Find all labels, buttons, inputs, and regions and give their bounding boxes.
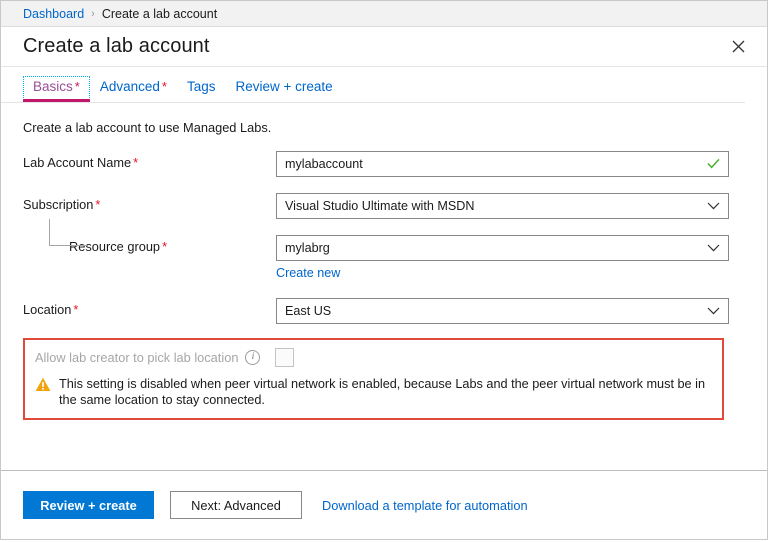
subscription-required: * [95,197,101,212]
location-select[interactable]: East US [276,298,729,324]
tab-review-create[interactable]: Review + create [225,76,342,102]
location-label-text: Location [23,302,72,317]
highlight-annotation-box: Allow lab creator to pick lab location i… [23,338,724,420]
lab-account-name-field: mylabaccount [276,151,729,177]
page-title: Create a lab account [23,35,210,57]
tab-basics[interactable]: Basics * [23,76,90,102]
tab-bar: Basics * Advanced * Tags Review + create [1,67,745,103]
lab-account-name-label: Lab Account Name * [23,151,276,170]
subscription-label: Subscription * [23,193,276,212]
review-create-button[interactable]: Review + create [23,491,154,519]
tab-basics-label: Basics [33,79,73,94]
allow-lab-creator-label: Allow lab creator to pick lab location [35,350,239,365]
warning-triangle-icon [35,377,51,397]
location-required: * [73,302,79,317]
chevron-down-icon [707,202,720,210]
lab-account-name-label-text: Lab Account Name [23,155,132,170]
subscription-label-text: Subscription [23,197,94,212]
subscription-select[interactable]: Visual Studio Ultimate with MSDN [276,193,729,219]
title-bar: Create a lab account [1,27,767,67]
tab-advanced[interactable]: Advanced * [90,76,177,102]
close-icon[interactable] [725,34,751,60]
lab-account-name-input[interactable]: mylabaccount [276,151,729,177]
tab-advanced-required: * [161,79,167,94]
form-content: Create a lab account to use Managed Labs… [1,103,767,470]
lab-account-name-required: * [133,155,139,170]
tab-tags-label: Tags [186,79,216,94]
next-advanced-button[interactable]: Next: Advanced [170,491,302,519]
field-row-location: Location * East US [23,298,745,324]
field-row-resource-group: Resource group * mylabrg Create new [23,219,745,282]
resource-group-select[interactable]: mylabrg [276,235,729,261]
chevron-down-icon [707,307,720,315]
location-field: East US [276,298,729,324]
resource-group-field: mylabrg Create new [276,235,729,282]
breadcrumb-separator-icon: › [91,7,95,20]
create-lab-account-window: Dashboard › Create a lab account Create … [0,0,768,540]
download-template-link[interactable]: Download a template for automation [322,498,528,513]
tab-basics-required: * [74,79,80,94]
breadcrumb-dashboard[interactable]: Dashboard [23,7,84,21]
lab-account-name-value: mylabaccount [285,157,363,171]
field-row-lab-account-name: Lab Account Name * mylabaccount [23,151,745,177]
create-new-resource-group-link[interactable]: Create new [276,266,340,280]
info-icon[interactable]: i [245,350,261,365]
tab-tags[interactable]: Tags [177,76,226,102]
breadcrumb-current: Create a lab account [101,6,218,21]
tab-advanced-label: Advanced [99,79,160,94]
allow-lab-creator-checkbox [275,348,295,367]
breadcrumb: Dashboard › Create a lab account [1,1,767,27]
footer-action-bar: Review + create Next: Advanced Download … [1,470,767,539]
chevron-down-icon [707,244,720,252]
warning-message-text: This setting is disabled when peer virtu… [59,377,706,407]
subscription-value: Visual Studio Ultimate with MSDN [285,199,475,213]
subscription-field: Visual Studio Ultimate with MSDN [276,193,729,219]
field-row-subscription: Subscription * Visual Studio Ultimate wit… [23,193,745,219]
tree-connector-line [49,219,88,246]
location-value: East US [285,304,332,318]
location-label: Location * [23,298,276,317]
resource-group-value: mylabrg [285,241,330,255]
allow-lab-creator-row: Allow lab creator to pick lab location i [35,348,712,367]
check-icon [707,158,720,171]
form-intro-text: Create a lab account to use Managed Labs… [23,120,272,135]
resource-group-required: * [162,239,168,254]
warning-message-row: This setting is disabled when peer virtu… [35,376,712,408]
tab-review-create-label: Review + create [235,79,333,94]
warning-region-wrapper: Allow lab creator to pick lab location i… [23,338,745,430]
